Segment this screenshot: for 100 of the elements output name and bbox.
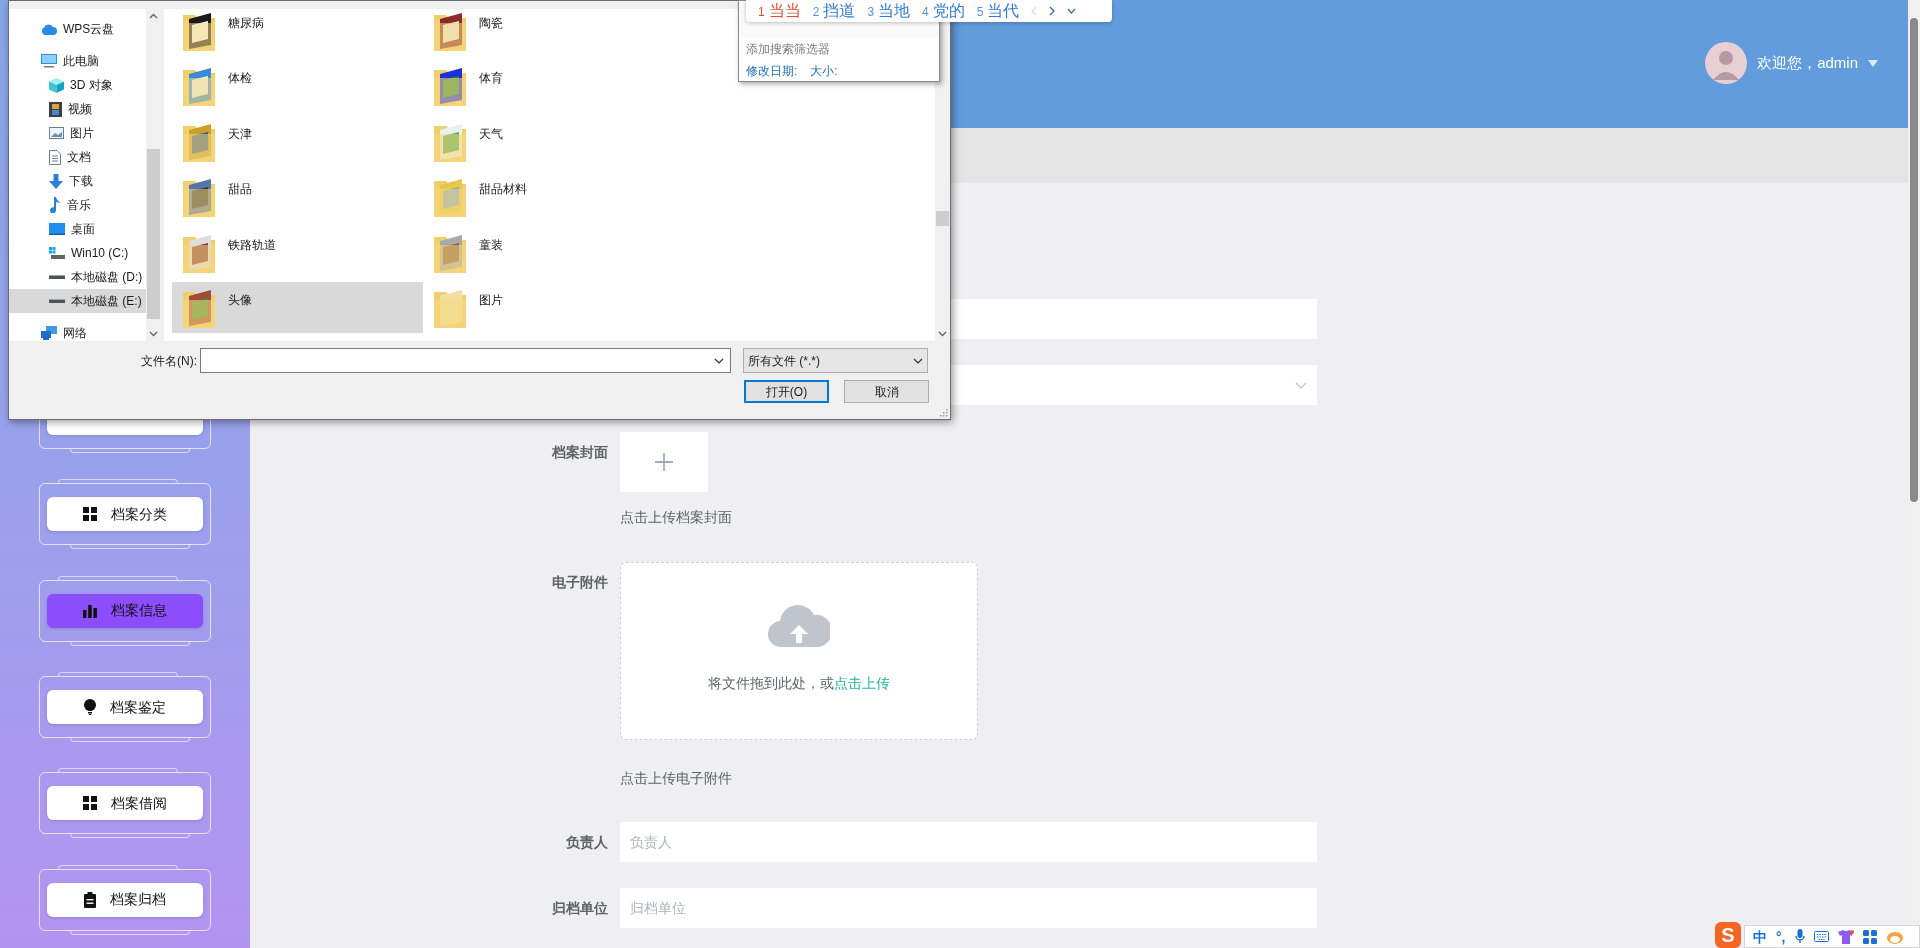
scroll-thumb[interactable] — [147, 149, 160, 319]
folder-item[interactable]: 天气 — [423, 115, 674, 167]
ime-candidate[interactable]: 1 当当 — [758, 1, 801, 21]
filter-link[interactable]: 大小: — [810, 63, 838, 79]
filename-field[interactable] — [200, 348, 731, 373]
filter-link[interactable]: 修改日期: — [746, 63, 798, 79]
field-label: 负责人 — [565, 833, 608, 852]
nav-item[interactable]: Win10 (C:) — [9, 241, 146, 265]
folder-item[interactable]: 糖尿病 — [172, 9, 423, 56]
desktop-icon — [49, 223, 65, 235]
sidebar-item[interactable]: 档案信息 — [47, 593, 203, 628]
grid-icon — [83, 507, 97, 522]
folder-icon — [183, 66, 215, 106]
folder-item[interactable]: 体检 — [172, 60, 423, 111]
upload-hint: 点击上传电子附件 — [620, 769, 733, 788]
folder-icon — [434, 121, 466, 162]
nav-item[interactable]: 音乐 — [9, 193, 146, 217]
folder-name: 陶瓷 — [479, 14, 503, 31]
cloud-icon — [41, 23, 57, 35]
caret-icon[interactable] — [1868, 59, 1878, 67]
shirt-icon[interactable] — [1837, 929, 1854, 944]
drive-icon — [49, 298, 65, 304]
nav-item[interactable]: WPS云盘 — [9, 17, 146, 41]
microphone-icon[interactable] — [1794, 929, 1805, 944]
text-input[interactable]: 负责人 — [620, 822, 1317, 862]
drive-icon — [49, 274, 65, 280]
ime-toggle[interactable]: °, — [1776, 928, 1786, 945]
nav-item[interactable]: 此电脑 — [9, 49, 146, 73]
folder-item[interactable]: 铁路轨道 — [172, 226, 423, 278]
folder-item[interactable]: 甜品材料 — [423, 171, 674, 222]
ime-candidate[interactable]: 2 挡道 — [812, 1, 856, 21]
keyboard-icon[interactable] — [1813, 931, 1829, 942]
folder-name: 图片 — [479, 292, 503, 308]
folder-name: 童装 — [479, 236, 503, 253]
folder-name: 体检 — [228, 70, 252, 86]
nav-item[interactable]: 视频 — [9, 97, 146, 121]
nav-item[interactable]: 本地磁盘 (E:) — [9, 289, 146, 313]
resize-grip-icon[interactable] — [940, 409, 948, 417]
filter-hint: 添加搜索筛选器 — [745, 41, 831, 57]
sidebar-item[interactable]: 档案借阅 — [47, 786, 203, 821]
filename-label: 文件名(N): — [140, 352, 197, 370]
text-input[interactable]: 归档单位 — [620, 888, 1317, 928]
folder-item[interactable]: 头像 — [172, 282, 423, 333]
scroll-down-icon[interactable] — [938, 331, 947, 337]
document-icon — [49, 149, 61, 165]
folder-icon — [434, 177, 466, 217]
field-label: 归档单位 — [551, 899, 608, 918]
nav-item[interactable]: 本地磁盘 (D:) — [9, 265, 146, 289]
folder-icon — [183, 288, 215, 328]
clipboard-icon — [84, 891, 96, 908]
nav-item[interactable]: 网络 — [9, 321, 146, 341]
nav-item[interactable]: 文档 — [9, 145, 146, 169]
bar-chart-icon — [83, 603, 97, 618]
music-note-icon — [49, 197, 61, 213]
dialog-button[interactable]: 打开(O) — [744, 380, 829, 403]
nav-item[interactable]: 图片 — [9, 121, 146, 145]
scroll-down-icon[interactable] — [149, 331, 158, 337]
avatar[interactable] — [1705, 42, 1748, 84]
folder-item[interactable]: 图片 — [423, 282, 674, 333]
folder-name: 头像 — [228, 292, 252, 308]
next-icon[interactable] — [1049, 6, 1056, 16]
ime-candidate[interactable]: 4 党的 — [922, 1, 965, 21]
folder-item[interactable]: 天津 — [172, 115, 423, 167]
folder-item[interactable]: 童装 — [423, 226, 674, 278]
file-type-select[interactable]: 所有文件 (*.*) — [743, 348, 928, 373]
folder-name: 天气 — [479, 125, 503, 142]
file-drop-zone[interactable]: 将文件拖到此处，或点击上传 — [620, 562, 978, 740]
dropdown-icon — [913, 357, 923, 364]
nav-item[interactable]: 下载 — [9, 169, 146, 193]
folder-item[interactable]: 体育 — [423, 60, 674, 111]
plus-icon — [655, 453, 673, 471]
nav-item[interactable]: 桌面 — [9, 217, 146, 241]
expand-icon[interactable] — [1067, 8, 1077, 14]
folder-name: 甜品 — [228, 181, 252, 197]
ime-candidate[interactable]: 3 当地 — [867, 1, 911, 21]
folder-name: 体育 — [479, 70, 503, 86]
folder-name: 糖尿病 — [228, 14, 264, 31]
sidebar-item[interactable]: 档案分类 — [47, 497, 203, 532]
ime-candidate[interactable]: 5 当代 — [976, 1, 1020, 21]
scroll-up-icon[interactable] — [149, 13, 158, 19]
folder-name: 铁路轨道 — [228, 236, 276, 253]
film-icon — [49, 101, 62, 117]
field-label: 电子附件 — [551, 573, 608, 592]
folder-item[interactable]: 陶瓷 — [423, 9, 674, 56]
nav-item[interactable]: 3D 对象 — [9, 73, 146, 97]
scroll-thumb[interactable] — [1910, 18, 1918, 502]
grid-icon[interactable] — [1862, 929, 1877, 944]
cloud-upload-icon — [768, 603, 830, 647]
folder-icon — [434, 232, 466, 273]
image-icon — [49, 127, 64, 139]
dialog-button[interactable]: 取消 — [844, 380, 929, 403]
sidebar-item[interactable]: 档案鉴定 — [47, 690, 203, 725]
folder-icon — [183, 121, 215, 162]
grid-icon — [83, 796, 97, 811]
scroll-thumb[interactable] — [936, 211, 949, 226]
folder-name: 天津 — [228, 125, 252, 142]
download-icon — [49, 173, 63, 189]
ime-toggle[interactable]: 中 — [1753, 928, 1767, 945]
folder-item[interactable]: 甜品 — [172, 171, 423, 222]
sidebar-item[interactable]: 档案归档 — [47, 882, 203, 917]
